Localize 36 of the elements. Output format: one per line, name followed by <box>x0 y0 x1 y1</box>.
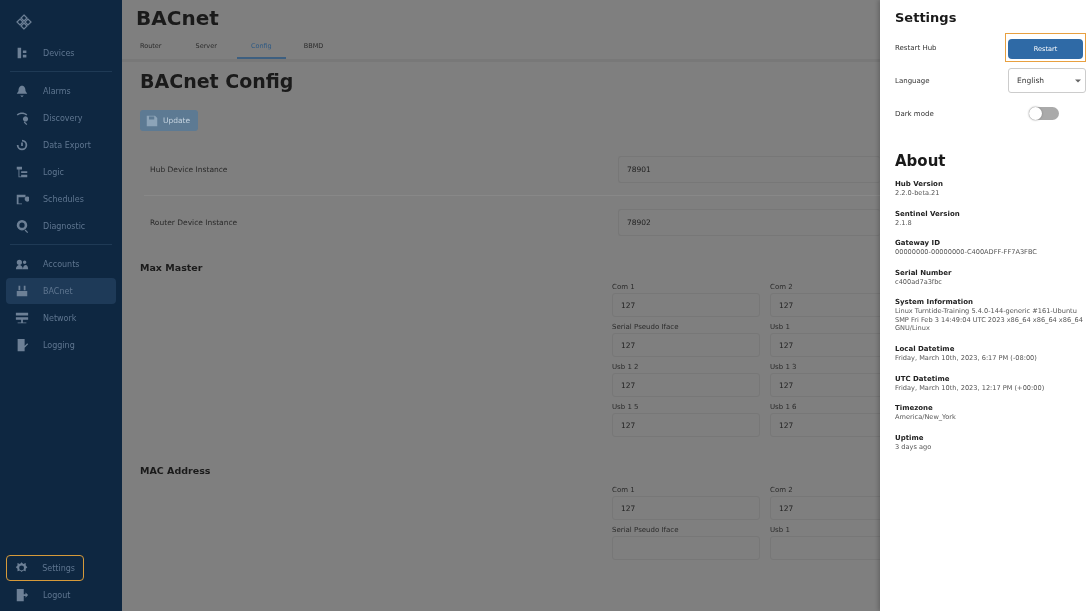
nav-icon <box>15 192 29 206</box>
nav-icon <box>15 138 29 152</box>
nav-icon <box>15 111 29 125</box>
nav-icon <box>15 338 29 352</box>
section-title: MAC Address <box>140 465 212 476</box>
nav-icon <box>15 219 29 233</box>
sidebar-item[interactable]: Diagnostic <box>6 213 116 239</box>
panel-title: About <box>895 152 947 170</box>
nav-icon <box>15 588 29 602</box>
sidebar-item[interactable]: Logging <box>6 332 116 358</box>
nav-icon <box>15 284 29 298</box>
nav-icon <box>15 311 29 325</box>
sidebar-item[interactable]: BACnet <box>6 278 116 304</box>
save-icon <box>146 114 158 127</box>
section-heading: BACnet Config <box>140 70 295 92</box>
nav-icon <box>15 46 29 60</box>
section-title: Max Master <box>140 262 204 273</box>
sidebar-item[interactable]: Alarms <box>6 78 116 104</box>
sidebar-item[interactable]: Logout <box>6 582 116 608</box>
sidebar-item[interactable]: Schedules <box>6 186 116 212</box>
toggle-switch[interactable] <box>1029 107 1059 120</box>
sidebar-item[interactable]: Data Export <box>6 132 116 158</box>
nav-icon <box>15 561 29 575</box>
logo-icon <box>16 14 32 30</box>
sidebar-item[interactable]: Network <box>6 305 116 331</box>
sidebar-item[interactable]: Settings <box>6 555 84 581</box>
nav-icon <box>15 257 29 271</box>
panel-title: Settings <box>895 9 958 25</box>
sidebar-item[interactable]: Discovery <box>6 105 116 131</box>
sidebar-item[interactable]: Logic <box>6 159 116 185</box>
page-title: BACnet <box>136 5 220 30</box>
sidebar-item[interactable]: Accounts <box>6 251 116 277</box>
caret-icon <box>1075 77 1081 84</box>
nav-icon <box>15 84 29 98</box>
sidebar-item[interactable]: Devices <box>6 40 116 66</box>
nav-icon <box>15 165 29 179</box>
